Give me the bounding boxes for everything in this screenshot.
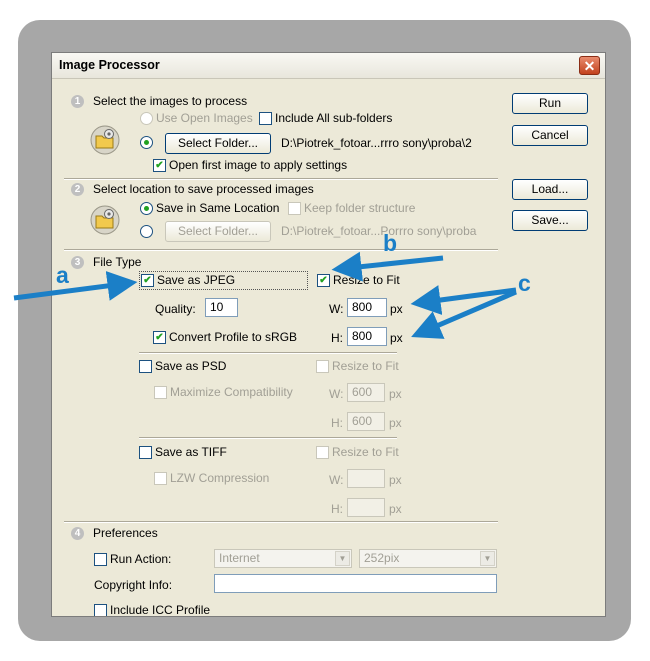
arrow-b: [331, 251, 444, 282]
annotation-arrows: [13, 251, 517, 339]
annotation-a: a: [56, 262, 69, 288]
arrow-a: [13, 271, 138, 301]
annotation-c: c: [518, 270, 531, 296]
annotation-b: b: [383, 230, 398, 256]
